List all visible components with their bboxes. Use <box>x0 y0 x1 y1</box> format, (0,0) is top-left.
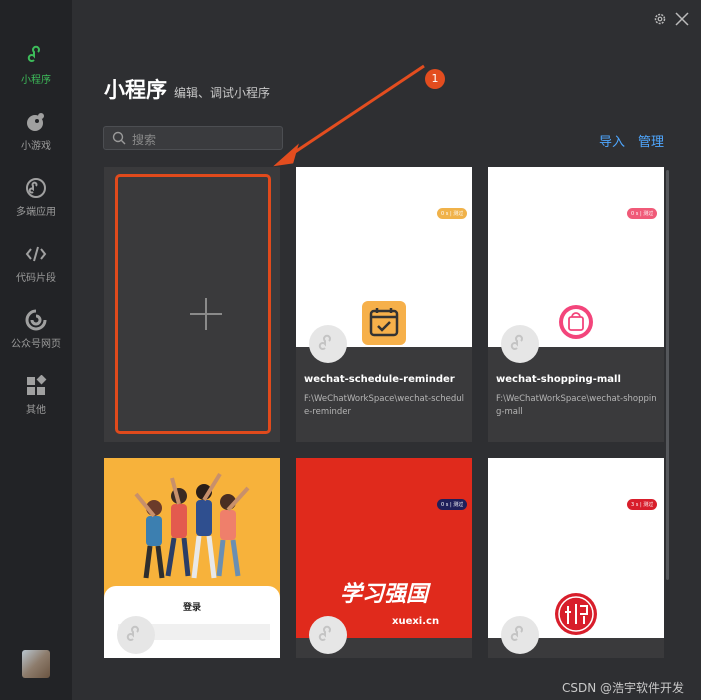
minigame-icon <box>27 113 44 131</box>
gear-icon[interactable] <box>653 12 667 26</box>
status-badge: 0 s | 测过 <box>627 208 658 219</box>
multiplatform-icon <box>26 178 46 198</box>
calendar-icon <box>362 301 406 345</box>
sidebar-item-other[interactable]: 其他 <box>0 375 72 416</box>
search-placeholder: 搜索 <box>132 133 157 147</box>
project-thumbnail: 3 s | 测过 <box>488 458 664 638</box>
apps-icon <box>27 375 47 395</box>
sidebar-item-miniprogram[interactable]: 小程序 <box>0 45 72 86</box>
miniprogram-icon <box>27 45 40 62</box>
sidebar-item-label: 代码片段 <box>16 273 56 284</box>
status-badge: 3 s | 测过 <box>627 499 658 510</box>
miniprogram-logo-icon <box>309 616 347 654</box>
page-title: 小程序 <box>104 78 167 102</box>
project-card[interactable]: 0 s | 测过 wechat-shopping-mall F:\WeChatW… <box>488 167 664 442</box>
people-illustration <box>134 472 250 579</box>
project-name: wechat-schedule-reminder <box>304 374 455 385</box>
sidebar-item-label: 其他 <box>26 405 46 416</box>
miniprogram-logo-icon <box>501 616 539 654</box>
project-name: wechat-shopping-mall <box>496 374 621 385</box>
manage-link[interactable]: 管理 <box>638 131 664 150</box>
sidebar: 小程序 小游戏 多端应用 代码片段 公众号网页 其他 <box>0 0 72 700</box>
shopping-bag-icon <box>559 305 593 339</box>
avatar[interactable] <box>22 650 50 678</box>
miniprogram-logo-icon <box>501 325 539 363</box>
search-icon <box>112 131 126 145</box>
project-thumbnail: 0 s | 测过 学习强国 xuexi.cn <box>296 458 472 638</box>
sidebar-item-multiplatform[interactable]: 多端应用 <box>0 177 72 218</box>
new-project-highlight <box>115 174 271 434</box>
sidebar-item-label: 小游戏 <box>21 141 51 152</box>
sidebar-item-minigame[interactable]: 小游戏 <box>0 111 72 152</box>
scrollbar[interactable] <box>666 170 669 580</box>
project-path: F:\WeChatWorkSpace\wechat-schedule-remin… <box>304 394 464 417</box>
sidebar-item-label: 多端应用 <box>16 207 56 218</box>
sidebar-item-label: 小程序 <box>21 75 51 86</box>
new-project-card[interactable] <box>104 167 280 442</box>
sidebar-item-code[interactable]: 代码片段 <box>0 243 72 284</box>
status-badge: 0 s | 测过 <box>437 208 468 219</box>
project-thumbnail: 0 s | 测过 <box>296 167 472 347</box>
annotation-badge: 1 <box>425 69 445 89</box>
project-card[interactable]: 3 s | 测过 <box>488 458 664 658</box>
search-input[interactable]: 搜索 <box>103 126 283 150</box>
project-card[interactable]: 0 s | 测过 wechat-schedule-reminder F:\WeC… <box>296 167 472 442</box>
miniprogram-logo-icon <box>117 616 155 654</box>
import-link[interactable]: 导入 <box>599 131 625 150</box>
sidebar-item-label: 公众号网页 <box>11 339 61 350</box>
xuexi-domain: xuexi.cn <box>392 616 440 627</box>
xuexi-logo: 学习强国 <box>340 582 429 607</box>
status-badge: 0 s | 测过 <box>437 499 468 510</box>
project-path: F:\WeChatWorkSpace\wechat-shopping-mall <box>496 394 657 417</box>
watermark: CSDN @浩宇软件开发 <box>562 681 685 695</box>
official-account-icon <box>25 309 47 331</box>
seal-logo-icon <box>555 593 597 635</box>
project-thumbnail: 0 s | 测过 <box>488 167 664 347</box>
project-card[interactable]: 0 s | 测过 学习强国 xuexi.cn <box>296 458 472 658</box>
sidebar-item-official-account[interactable]: 公众号网页 <box>0 309 72 350</box>
project-card[interactable]: 登录 <box>104 458 280 658</box>
miniprogram-logo-icon <box>309 325 347 363</box>
code-icon <box>25 246 47 262</box>
login-label: 登录 <box>182 603 201 613</box>
close-icon[interactable] <box>675 12 689 26</box>
page-subtitle: 编辑、调试小程序 <box>174 86 271 100</box>
